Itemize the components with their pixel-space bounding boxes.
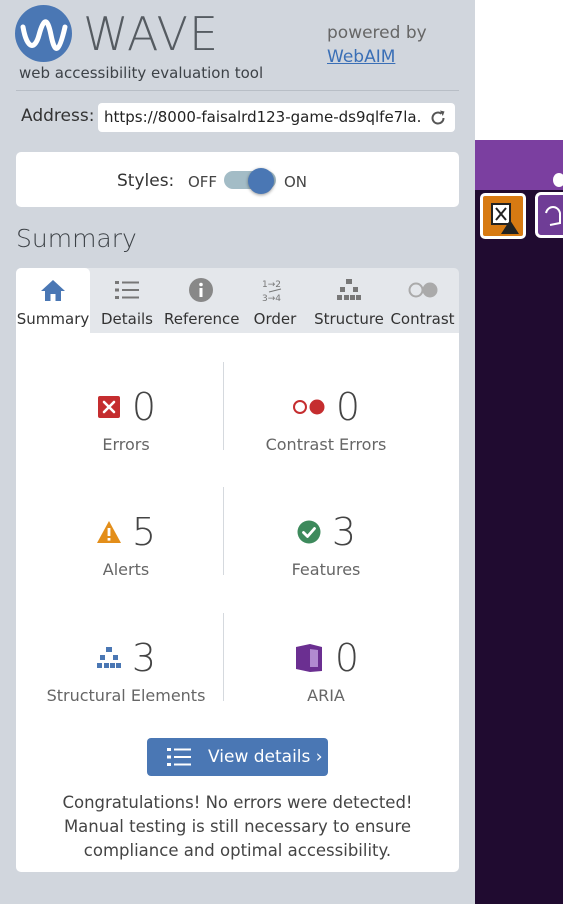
aria-count: 0 — [334, 636, 360, 680]
preview-feature-marker-icon[interactable] — [535, 192, 563, 238]
preview-body — [475, 190, 563, 904]
features-count: 3 — [331, 510, 357, 554]
view-details-button[interactable]: View details › — [147, 738, 328, 776]
styles-label: Styles: — [117, 171, 175, 191]
aria-stat[interactable]: 0 ARIA — [226, 636, 426, 705]
tab-structure-label: Structure — [314, 310, 384, 328]
svg-text:3→4: 3→4 — [262, 294, 281, 303]
home-icon — [16, 277, 90, 303]
address-input[interactable]: https://8000-faisalrd123-game-ds9qlfe7la… — [104, 108, 422, 126]
errors-count: 0 — [131, 385, 157, 429]
address-field[interactable]: https://8000-faisalrd123-game-ds9qlfe7la… — [98, 103, 455, 132]
page-preview — [475, 0, 563, 904]
tab-reference[interactable]: Reference — [164, 268, 240, 333]
logo-wordmark: WAVE — [83, 7, 220, 61]
styles-toggle-knob[interactable] — [248, 168, 274, 194]
errors-label: Errors — [102, 435, 150, 454]
tab-reference-label: Reference — [164, 310, 240, 328]
aria-icon — [293, 644, 325, 672]
structural-elements-count: 3 — [131, 636, 157, 680]
tab-order-label: Order — [253, 310, 297, 328]
structural-elements-label: Structural Elements — [46, 686, 206, 705]
error-icon — [96, 394, 122, 420]
tab-details[interactable]: Details — [90, 268, 164, 333]
tab-bar: Summary Details Reference 1→2 3→4 Order … — [16, 268, 459, 333]
powered-by-text: powered by — [327, 23, 427, 43]
order-icon: 1→2 3→4 — [238, 277, 312, 303]
alerts-label: Alerts — [102, 560, 150, 579]
contrast-error-icon — [292, 394, 326, 420]
contrast-errors-stat[interactable]: 0 Contrast Errors — [226, 385, 426, 454]
features-label: Features — [291, 560, 361, 579]
contrast-errors-label: Contrast Errors — [265, 435, 387, 454]
tab-summary-label: Summary — [16, 310, 90, 328]
preview-eye-icon — [553, 173, 563, 187]
tab-structure[interactable]: Structure — [312, 268, 386, 333]
structure-icon — [312, 277, 386, 303]
tab-details-label: Details — [100, 310, 153, 328]
svg-text:1→2: 1→2 — [262, 280, 281, 290]
tab-contrast-label: Contrast — [390, 310, 455, 328]
summary-panel: 0 Errors 0 Contrast Errors 5 Alerts 3 Fe… — [16, 333, 459, 872]
tab-order[interactable]: 1→2 3→4 Order — [238, 268, 312, 333]
feature-icon — [296, 519, 322, 545]
header-divider — [16, 90, 459, 91]
address-label: Address: — [21, 106, 95, 126]
styles-on-label: ON — [284, 173, 308, 191]
list-icon — [167, 747, 191, 772]
errors-stat[interactable]: 0 Errors — [26, 385, 226, 454]
styles-toggle-card: Styles: OFF ON — [16, 152, 459, 207]
list-icon — [90, 277, 164, 303]
congratulations-message: Congratulations! No errors were detected… — [62, 793, 413, 860]
logo-tagline: web accessibility evaluation tool — [19, 64, 264, 82]
wave-logo-icon — [15, 5, 72, 62]
summary-heading: Summary — [16, 224, 137, 253]
preview-header-strip — [475, 140, 563, 190]
preview-alert-marker-icon[interactable] — [480, 193, 526, 239]
aria-label: ARIA — [307, 686, 345, 705]
view-details-label: View details › — [208, 747, 323, 767]
structural-elements-stat[interactable]: 3 Structural Elements — [26, 636, 226, 705]
alerts-count: 5 — [131, 510, 157, 554]
styles-off-label: OFF — [188, 173, 218, 191]
wave-sidebar: WAVE web accessibility evaluation tool p… — [0, 0, 475, 904]
alerts-stat[interactable]: 5 Alerts — [26, 510, 226, 579]
structure-icon — [96, 645, 122, 671]
info-icon — [164, 277, 238, 303]
tab-contrast[interactable]: Contrast — [386, 268, 459, 333]
contrast-errors-count: 0 — [335, 385, 361, 429]
contrast-icon — [386, 277, 459, 303]
alert-icon — [96, 519, 122, 545]
tab-summary[interactable]: Summary — [16, 268, 90, 333]
refresh-icon[interactable] — [429, 109, 447, 131]
features-stat[interactable]: 3 Features — [226, 510, 426, 579]
webaim-link[interactable]: WebAIM — [327, 47, 395, 67]
